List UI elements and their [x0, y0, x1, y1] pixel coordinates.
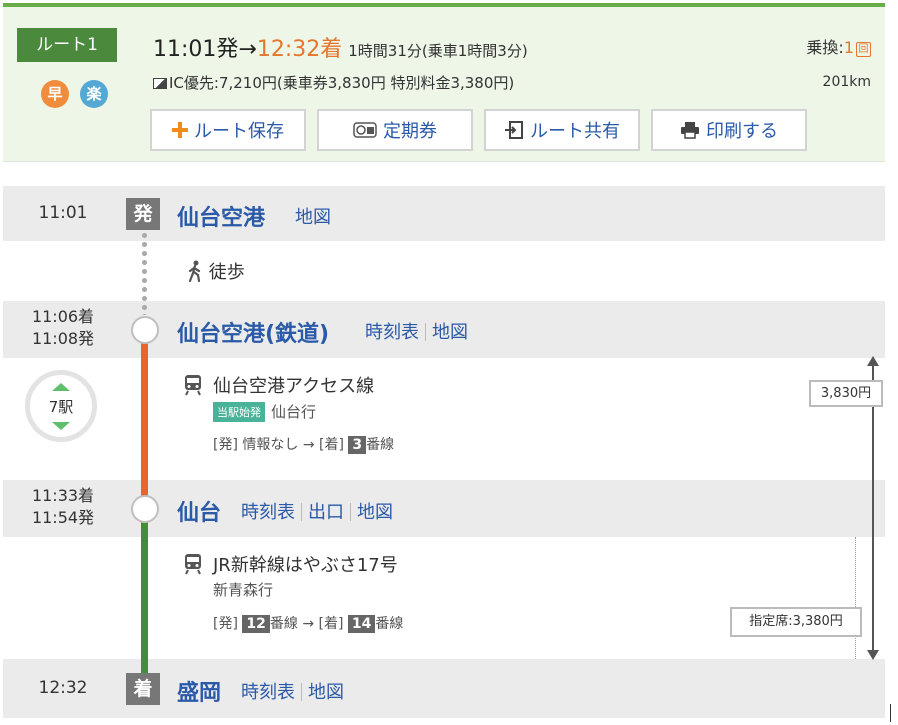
arrive-marker: 着	[126, 673, 160, 705]
commuter-pass-label: 定期券	[383, 121, 437, 142]
expand-up-icon	[52, 383, 70, 391]
station-links: 地図	[295, 203, 331, 229]
platform-middle: 番線 → [着]	[269, 616, 344, 632]
timetable-link[interactable]: 時刻表	[241, 502, 295, 523]
station-links: 時刻表 地図	[365, 318, 468, 344]
route-summary: ルート1 早 楽 11:01発→12:32着 1時間31分(乗車1時間3分) 乗換…	[3, 3, 885, 162]
destination: 当駅始発 仙台行	[213, 401, 316, 422]
stop-count: 7駅	[48, 398, 74, 416]
fare-range-arrow-down-icon	[867, 650, 879, 660]
platform-prefix: [発] 情報なし → [着]	[213, 437, 344, 453]
platform-suffix: 番線	[366, 437, 395, 453]
ticket-fare: 3,830円	[809, 380, 883, 407]
print-button[interactable]: 印刷する	[651, 109, 807, 151]
segment-shinkansen: JR新幹線はやぶさ17号 新青森行 [発] 12 番線 → [着] 14 番線	[3, 537, 885, 659]
platform-info: [発] 12 番線 → [着] 14 番線	[213, 613, 403, 633]
transfer-unit: 回	[856, 42, 871, 57]
text-cursor	[890, 704, 891, 722]
map-link[interactable]: 地図	[308, 682, 344, 703]
arrive-time: 11:33着	[31, 486, 95, 505]
station-name[interactable]: 仙台空港	[177, 200, 265, 232]
expand-down-icon	[52, 422, 70, 430]
station-name[interactable]: 仙台	[177, 495, 221, 527]
print-label: 印刷する	[706, 121, 778, 142]
depart-marker: 発	[126, 198, 160, 230]
map-link[interactable]: 地図	[357, 502, 393, 523]
station-name[interactable]: 仙台空港(鉄道)	[177, 316, 329, 348]
divider	[301, 683, 302, 701]
walk-segment: 徒歩	[187, 258, 245, 284]
arrival-platform: 14	[347, 615, 376, 633]
save-route-button[interactable]: ルート保存	[150, 109, 306, 151]
platform-prefix: [発]	[213, 616, 238, 632]
share-route-button[interactable]: ルート共有	[484, 109, 640, 151]
depart-time: 11:01発	[153, 37, 239, 62]
stop-count-toggle[interactable]: 7駅	[25, 370, 97, 442]
departure-platform: 12	[242, 615, 270, 633]
depart-time: 11:01	[38, 203, 88, 223]
duration: 1時間31分(乗車1時間3分)	[348, 42, 528, 60]
commuter-pass-button[interactable]: 定期券	[317, 109, 473, 151]
fare-summary: IC優先:7,210円(乗車券3,830円 特別料金3,380円)	[153, 72, 514, 93]
pass-icon	[353, 121, 377, 139]
arrow: →	[238, 37, 257, 62]
station-links: 時刻表 地図	[241, 678, 344, 704]
transfer-count: 乗換:1 回	[806, 34, 871, 58]
distance: 201km	[822, 74, 871, 90]
transfer-label: 乗換:	[806, 38, 844, 57]
line-name[interactable]: 仙台空港アクセス線	[213, 372, 374, 398]
train-icon	[183, 374, 203, 400]
fare-dotted-line	[855, 537, 856, 659]
route-tab[interactable]: ルート1	[17, 28, 117, 62]
walk-label: 徒歩	[208, 262, 245, 283]
destination: 新青森行	[213, 581, 274, 599]
ic-card-icon	[153, 78, 167, 89]
arr-dep-times: 11:06着 11:08発	[3, 306, 123, 350]
station-name[interactable]: 盛岡	[177, 675, 221, 707]
platform-suffix: 番線	[375, 616, 404, 632]
train-icon	[183, 553, 203, 579]
printer-icon	[680, 121, 700, 139]
map-link[interactable]: 地図	[295, 207, 331, 228]
route-times: 11:01発→12:32着 1時間31分(乗車1時間3分)	[153, 31, 528, 63]
fastest-badge: 早	[41, 80, 69, 108]
depart-time: 11:54発	[31, 508, 95, 527]
exit-link[interactable]: 出口	[308, 502, 344, 523]
easiest-badge: 楽	[80, 80, 108, 108]
transfer-number: 1	[843, 38, 854, 57]
timetable-link[interactable]: 時刻表	[365, 322, 419, 343]
walk-icon	[188, 260, 201, 283]
arrival-platform: 3	[348, 436, 367, 454]
map-link[interactable]: 地図	[432, 322, 468, 343]
station-marker	[131, 316, 159, 344]
station-marker	[131, 495, 159, 523]
origin-start-tag: 当駅始発	[213, 402, 265, 422]
route-actions: ルート保存 定期券 ルート共有 印刷する	[150, 109, 807, 151]
fare-text: IC優先:7,210円(乗車券3,830円 特別料金3,380円)	[169, 74, 515, 92]
arrive-time: 12:32	[38, 678, 88, 698]
timetable-link[interactable]: 時刻表	[241, 682, 295, 703]
divider	[425, 323, 426, 341]
depart-time: 11:08発	[31, 329, 95, 348]
plus-icon	[172, 122, 188, 138]
platform-info: [発] 情報なし → [着] 3 番線	[213, 434, 394, 454]
station-links: 時刻表 出口 地図	[241, 498, 393, 524]
route-line-airport-access	[141, 330, 148, 496]
reserved-seat-fare: 指定席:3,380円	[730, 607, 862, 637]
divider	[301, 503, 302, 521]
destination-label: 仙台行	[271, 403, 317, 421]
share-route-label: ルート共有	[530, 121, 620, 142]
line-name[interactable]: JR新幹線はやぶさ17号	[213, 551, 398, 577]
walk-dotted-line	[141, 231, 148, 315]
segment-airport-access: 仙台空港アクセス線 当駅始発 仙台行 [発] 情報なし → [着] 3 番線	[3, 358, 885, 480]
route-line-shinkansen	[141, 509, 148, 675]
arrive-time: 11:06着	[31, 307, 95, 326]
arrive-time: 12:32着	[256, 37, 343, 62]
share-icon	[504, 120, 524, 140]
walk-row: 徒歩	[3, 241, 885, 301]
save-route-label: ルート保存	[194, 121, 284, 142]
arr-dep-times: 11:33着 11:54発	[3, 485, 123, 529]
divider	[350, 503, 351, 521]
